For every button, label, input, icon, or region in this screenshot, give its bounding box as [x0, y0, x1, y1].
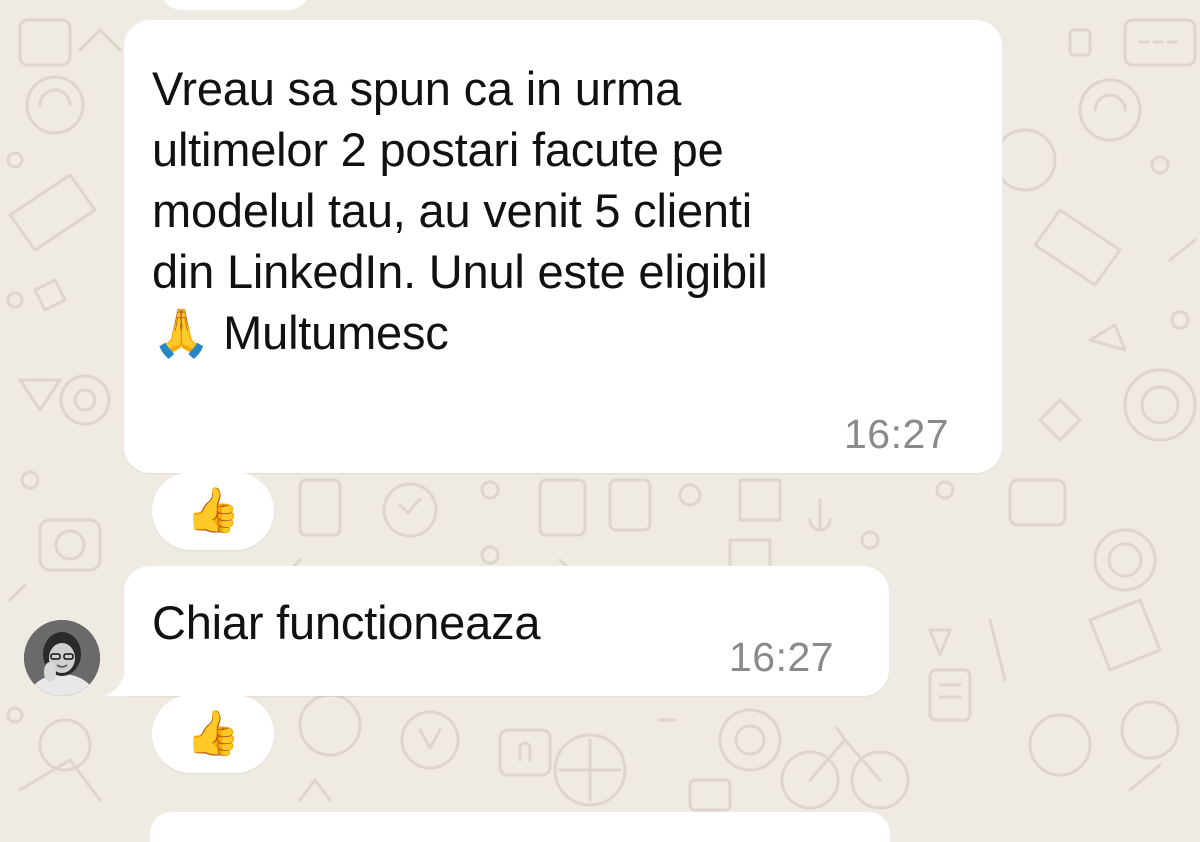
thumbs-up-icon: 👍 [185, 486, 241, 535]
message-timestamp: 16:27 [729, 634, 835, 680]
bubble-tail [104, 668, 134, 696]
thumbs-up-icon: 👍 [185, 709, 241, 758]
message-reaction[interactable]: 👍 [152, 472, 274, 550]
previous-message-bubble-edge [160, 0, 310, 10]
next-message-bubble-edge [150, 812, 890, 842]
message-timestamp: 16:27 [844, 411, 950, 457]
avatar-photo [24, 620, 100, 696]
message-text: Vreau sa spun ca in urma ultimelor 2 pos… [152, 62, 768, 359]
message-text: Chiar functioneaza [152, 596, 541, 649]
message-bubble[interactable]: Chiar functioneaza 16:27 [124, 566, 889, 696]
message-reaction[interactable]: 👍 [152, 695, 274, 773]
sender-avatar[interactable] [24, 620, 100, 696]
message-bubble[interactable]: Vreau sa spun ca in urma ultimelor 2 pos… [124, 20, 1002, 473]
